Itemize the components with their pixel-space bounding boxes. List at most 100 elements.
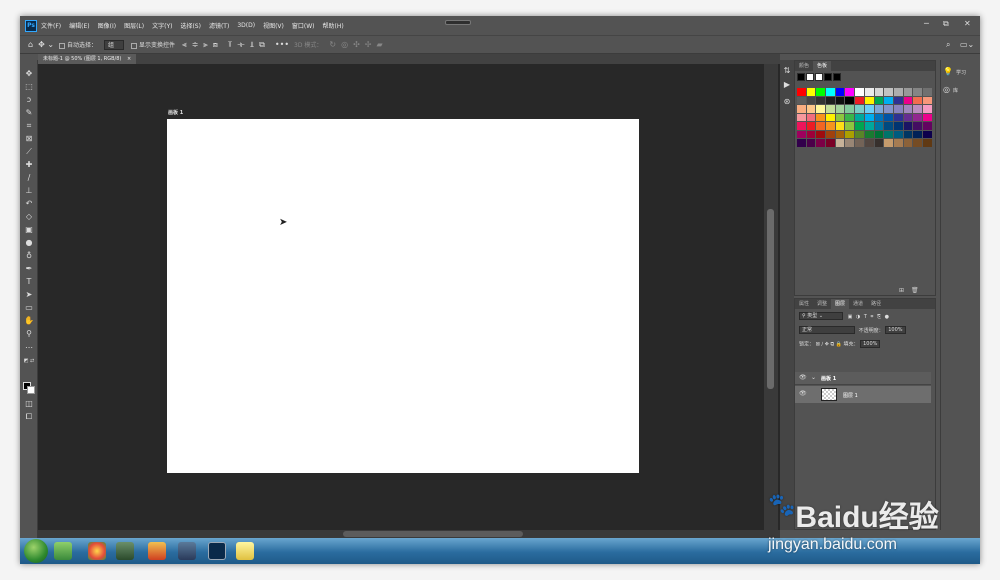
lock-transparent-icon[interactable]: ⊠	[816, 342, 820, 348]
dodge-tool-icon[interactable]: ♁	[23, 250, 35, 261]
canvas-pasteboard[interactable]: 画板 1 ➤	[38, 64, 780, 530]
color-swatch[interactable]	[845, 139, 855, 147]
color-swatch[interactable]	[845, 105, 855, 113]
crop-tool-icon[interactable]: ⌗	[23, 120, 35, 131]
align-left-icon[interactable]: ⫷	[182, 40, 187, 50]
color-swatch[interactable]	[922, 139, 932, 147]
library-panel-button[interactable]: ◎ 库	[943, 82, 979, 98]
restore-button[interactable]: ⧉	[943, 20, 949, 28]
taskbar-photoshop-icon[interactable]	[208, 542, 226, 560]
new-swatch-icon[interactable]: ⊞	[899, 287, 904, 294]
color-swatch[interactable]	[826, 88, 835, 96]
visibility-eye-icon[interactable]: 👁	[799, 374, 807, 381]
color-swatch[interactable]	[884, 122, 893, 130]
3d-roll-icon[interactable]: ◎	[341, 40, 348, 49]
lock-image-icon[interactable]: ∕	[821, 342, 823, 348]
lock-artboard-icon[interactable]: ⧉	[830, 342, 834, 348]
taskbar-app-icon[interactable]	[54, 542, 72, 560]
color-swatch[interactable]	[893, 96, 903, 104]
3d-slide-icon[interactable]: ✢	[365, 40, 372, 49]
expand-chevron-icon[interactable]: ⌄	[811, 374, 816, 381]
color-swatch[interactable]	[922, 113, 932, 121]
actions-panel-icon[interactable]: ▶	[782, 80, 792, 90]
color-swatch[interactable]	[903, 113, 913, 121]
align-right-icon[interactable]: ⫸	[203, 40, 208, 50]
tab-color[interactable]: 颜色	[795, 61, 813, 71]
delete-swatch-icon[interactable]: 🗑	[911, 287, 919, 294]
color-swatch[interactable]	[864, 130, 874, 138]
color-swatch[interactable]	[806, 105, 816, 113]
color-swatch[interactable]	[855, 139, 864, 147]
layer-filter-dropdown[interactable]: ⚲ 类型 ⌄	[799, 312, 843, 320]
blend-mode-dropdown[interactable]: 正常	[799, 326, 855, 334]
filter-toggle-icon[interactable]: ●	[885, 314, 889, 320]
menu-filter[interactable]: 滤镜(T)	[209, 21, 229, 30]
color-swatch[interactable]	[864, 113, 874, 121]
color-swatch[interactable]	[913, 88, 922, 96]
healing-tool-icon[interactable]: ✚	[23, 159, 35, 170]
distribute-vertical-icon[interactable]: ⧉	[259, 40, 265, 50]
lock-all-icon[interactable]: 🔒	[836, 342, 842, 348]
adjustments-panel-icon[interactable]: ⊛	[782, 97, 792, 107]
recent-color-swatch[interactable]	[815, 73, 823, 81]
color-swatch[interactable]	[864, 122, 874, 130]
menu-view[interactable]: 视图(V)	[263, 21, 284, 30]
color-swatch[interactable]	[922, 105, 932, 113]
color-swatch[interactable]	[893, 130, 903, 138]
lock-position-icon[interactable]: ✥	[825, 342, 829, 348]
brush-tool-icon[interactable]: ∕	[23, 172, 35, 183]
color-swatch[interactable]	[835, 139, 845, 147]
taskbar-app-icon[interactable]	[178, 542, 196, 560]
menu-type[interactable]: 文字(Y)	[152, 21, 172, 30]
recent-color-swatch[interactable]	[797, 73, 805, 81]
color-swatch[interactable]	[855, 113, 864, 121]
color-swatch[interactable]	[816, 130, 826, 138]
visibility-eye-icon[interactable]: 👁	[799, 390, 807, 397]
color-swatch[interactable]	[922, 96, 932, 104]
document-tab[interactable]: 未标题-1 @ 50% (图层 1, RGB/8) ×	[38, 54, 137, 64]
color-swatch[interactable]	[806, 113, 816, 121]
color-swatch[interactable]	[903, 105, 913, 113]
align-bottom-icon[interactable]: ⫫	[250, 40, 255, 50]
color-swatch[interactable]	[826, 122, 835, 130]
color-swatch[interactable]	[903, 139, 913, 147]
taskbar-app-icon[interactable]	[148, 542, 166, 560]
eyedropper-tool-icon[interactable]: ⟋	[23, 146, 35, 157]
color-swatch[interactable]	[835, 113, 845, 121]
color-swatch[interactable]	[845, 96, 855, 104]
color-swatch[interactable]	[806, 88, 816, 96]
tab-properties[interactable]: 属性	[795, 299, 813, 309]
layer-row-artboard[interactable]: 👁 ⌄ 画板 1	[795, 372, 931, 385]
close-button[interactable]: ✕	[964, 20, 971, 28]
auto-select-dropdown[interactable]: 组	[104, 39, 125, 50]
color-swatch[interactable]	[826, 105, 835, 113]
color-swatch[interactable]	[855, 105, 864, 113]
menu-file[interactable]: 文件(F)	[41, 21, 61, 30]
color-swatch[interactable]	[913, 139, 922, 147]
align-center-icon[interactable]: ≑	[192, 40, 199, 49]
color-swatch[interactable]	[893, 105, 903, 113]
color-swatch[interactable]	[884, 139, 893, 147]
menu-edit[interactable]: 编辑(E)	[69, 21, 89, 30]
color-swatch[interactable]	[816, 88, 826, 96]
color-swatch[interactable]	[826, 130, 835, 138]
artboard-canvas[interactable]: ➤	[167, 119, 639, 473]
color-swatch[interactable]	[845, 130, 855, 138]
history-panel-icon[interactable]: ⇅	[782, 66, 792, 76]
color-swatch[interactable]	[855, 130, 864, 138]
taskbar-folder-icon[interactable]	[236, 542, 254, 560]
recent-color-swatch[interactable]	[806, 73, 814, 81]
color-swatch[interactable]	[874, 88, 884, 96]
move-tool-icon[interactable]: ✥	[23, 68, 35, 79]
color-swatch[interactable]	[835, 96, 845, 104]
color-swatch[interactable]	[884, 130, 893, 138]
color-swatch[interactable]	[913, 122, 922, 130]
menu-select[interactable]: 选择(S)	[180, 21, 201, 30]
vertical-scrollbar[interactable]	[764, 64, 778, 530]
blur-tool-icon[interactable]: ●	[23, 237, 35, 248]
color-swatch[interactable]	[903, 122, 913, 130]
quick-select-tool-icon[interactable]: ✎	[23, 107, 35, 118]
tab-adjustments[interactable]: 调整	[813, 299, 831, 309]
tab-layers[interactable]: 图层	[831, 299, 850, 309]
rectangle-tool-icon[interactable]: ▭	[23, 302, 35, 313]
